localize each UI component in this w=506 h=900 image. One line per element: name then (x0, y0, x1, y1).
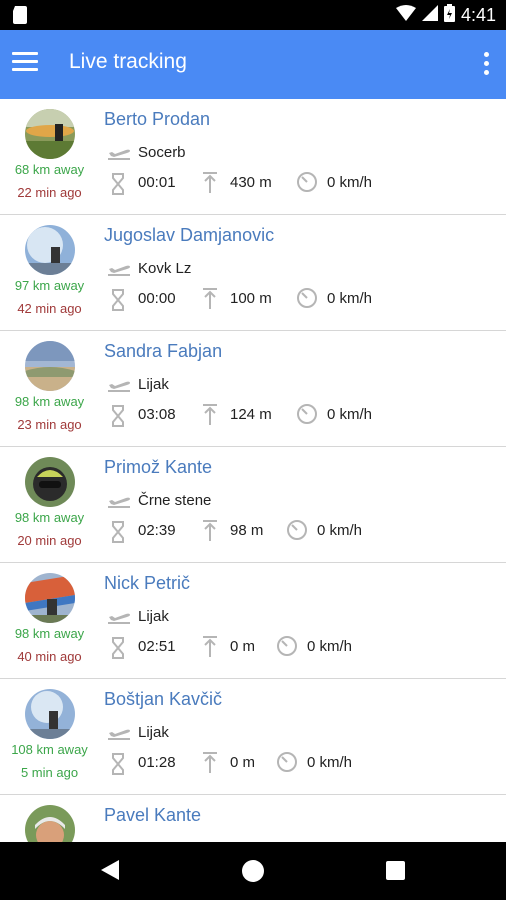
flight-time: 00:00 (138, 290, 176, 307)
takeoff-site: Črne stene (138, 492, 212, 509)
distance-label: 98 km away (14, 394, 85, 409)
airplane-takeoff-icon (106, 143, 132, 168)
speed-value: 0 km/h (307, 754, 353, 771)
flight-time: 02:51 (138, 638, 176, 655)
clock-time: 4:41 (460, 5, 496, 25)
altitude-value: 98 m (230, 522, 264, 539)
arrow-up-icon (202, 751, 218, 780)
status-bar: 4:41 (0, 0, 506, 30)
altitude-value: 0 m (230, 754, 256, 771)
last-seen-label: 23 min ago (17, 417, 82, 432)
signal-icon (421, 5, 438, 26)
speedometer-icon (296, 403, 318, 430)
avatar (25, 457, 75, 507)
last-seen-label: 40 min ago (17, 649, 82, 664)
distance-label: 98 km away (14, 626, 85, 641)
speed-value: 0 km/h (327, 406, 373, 423)
speedometer-icon (296, 171, 318, 198)
distance-label: 98 km away (14, 510, 85, 525)
avatar (25, 341, 75, 391)
takeoff-site: Lijak (138, 608, 169, 625)
hourglass-icon (110, 753, 126, 780)
list-item[interactable]: 108 km away 5 min ago Boštjan Kavčič Lij… (0, 679, 506, 795)
altitude-value: 0 m (230, 638, 256, 655)
pilot-name: Primož Kante (104, 457, 213, 477)
last-seen-label: 20 min ago (17, 533, 82, 548)
airplane-takeoff-icon (106, 723, 132, 748)
flight-time: 02:39 (138, 522, 176, 539)
hourglass-icon (110, 521, 126, 548)
altitude-value: 430 m (230, 174, 272, 191)
last-seen-label: 22 min ago (17, 185, 82, 200)
altitude-value: 100 m (230, 290, 272, 307)
list-item[interactable]: 98 km away 23 min ago Sandra Fabjan Lija… (0, 331, 506, 447)
page-title: Live tracking (69, 50, 187, 73)
avatar (25, 109, 75, 159)
pilot-name: Boštjan Kavčič (104, 689, 223, 709)
arrow-up-icon (202, 403, 218, 432)
takeoff-site: Lijak (138, 724, 169, 741)
navigation-bar (0, 842, 506, 900)
avatar (25, 225, 75, 275)
arrow-up-icon (202, 635, 218, 664)
distance-label: 68 km away (14, 162, 85, 177)
flight-time: 01:28 (138, 754, 176, 771)
menu-icon[interactable] (12, 52, 38, 74)
wifi-icon (395, 5, 416, 26)
avatar (25, 689, 75, 739)
more-options-icon[interactable] (482, 52, 490, 78)
speed-value: 0 km/h (327, 290, 373, 307)
last-seen-label: 42 min ago (17, 301, 82, 316)
speed-value: 0 km/h (307, 638, 353, 655)
distance-label: 108 km away (11, 742, 88, 757)
airplane-takeoff-icon (106, 375, 132, 400)
hourglass-icon (110, 637, 126, 664)
arrow-up-icon (202, 287, 218, 316)
hourglass-icon (110, 289, 126, 316)
airplane-takeoff-icon (106, 607, 132, 632)
recent-apps-icon[interactable] (386, 861, 405, 880)
list-item[interactable]: Pavel Kante (0, 795, 506, 842)
avatar (25, 573, 75, 623)
flight-time: 00:01 (138, 174, 176, 191)
hourglass-icon (110, 405, 126, 432)
distance-label: 97 km away (14, 278, 85, 293)
speedometer-icon (276, 751, 298, 778)
list-item[interactable]: 97 km away 42 min ago Jugoslav Damjanovi… (0, 215, 506, 331)
hourglass-icon (110, 173, 126, 200)
flight-time: 03:08 (138, 406, 176, 423)
pilot-name: Nick Petrič (104, 573, 191, 593)
takeoff-site: Socerb (138, 144, 186, 161)
list-item[interactable]: 68 km away 22 min ago Berto Prodan Socer… (0, 99, 506, 215)
pilot-name: Sandra Fabjan (104, 341, 223, 361)
speedometer-icon (276, 635, 298, 662)
arrow-up-icon (202, 171, 218, 200)
pilot-list: 68 km away 22 min ago Berto Prodan Socer… (0, 99, 506, 842)
takeoff-site: Lijak (138, 376, 169, 393)
pilot-name: Berto Prodan (104, 109, 211, 129)
list-item[interactable]: 98 km away 40 min ago Nick Petrič Lijak … (0, 563, 506, 679)
speed-value: 0 km/h (327, 174, 373, 191)
airplane-takeoff-icon (106, 491, 132, 516)
speedometer-icon (286, 519, 308, 546)
pilot-name: Jugoslav Damjanovic (104, 225, 275, 245)
avatar (25, 805, 75, 842)
arrow-up-icon (202, 519, 218, 548)
back-icon[interactable] (100, 859, 120, 886)
sd-card-icon (12, 6, 28, 29)
last-seen-label: 5 min ago (20, 765, 79, 780)
airplane-takeoff-icon (106, 259, 132, 284)
list-item[interactable]: 98 km away 20 min ago Primož Kante Črne … (0, 447, 506, 563)
app-bar: Live tracking (0, 30, 506, 99)
speedometer-icon (296, 287, 318, 314)
home-icon[interactable] (242, 860, 264, 882)
speed-value: 0 km/h (317, 522, 363, 539)
altitude-value: 124 m (230, 406, 272, 423)
battery-icon (443, 4, 455, 27)
takeoff-site: Kovk Lz (138, 260, 192, 277)
pilot-name: Pavel Kante (104, 805, 202, 825)
